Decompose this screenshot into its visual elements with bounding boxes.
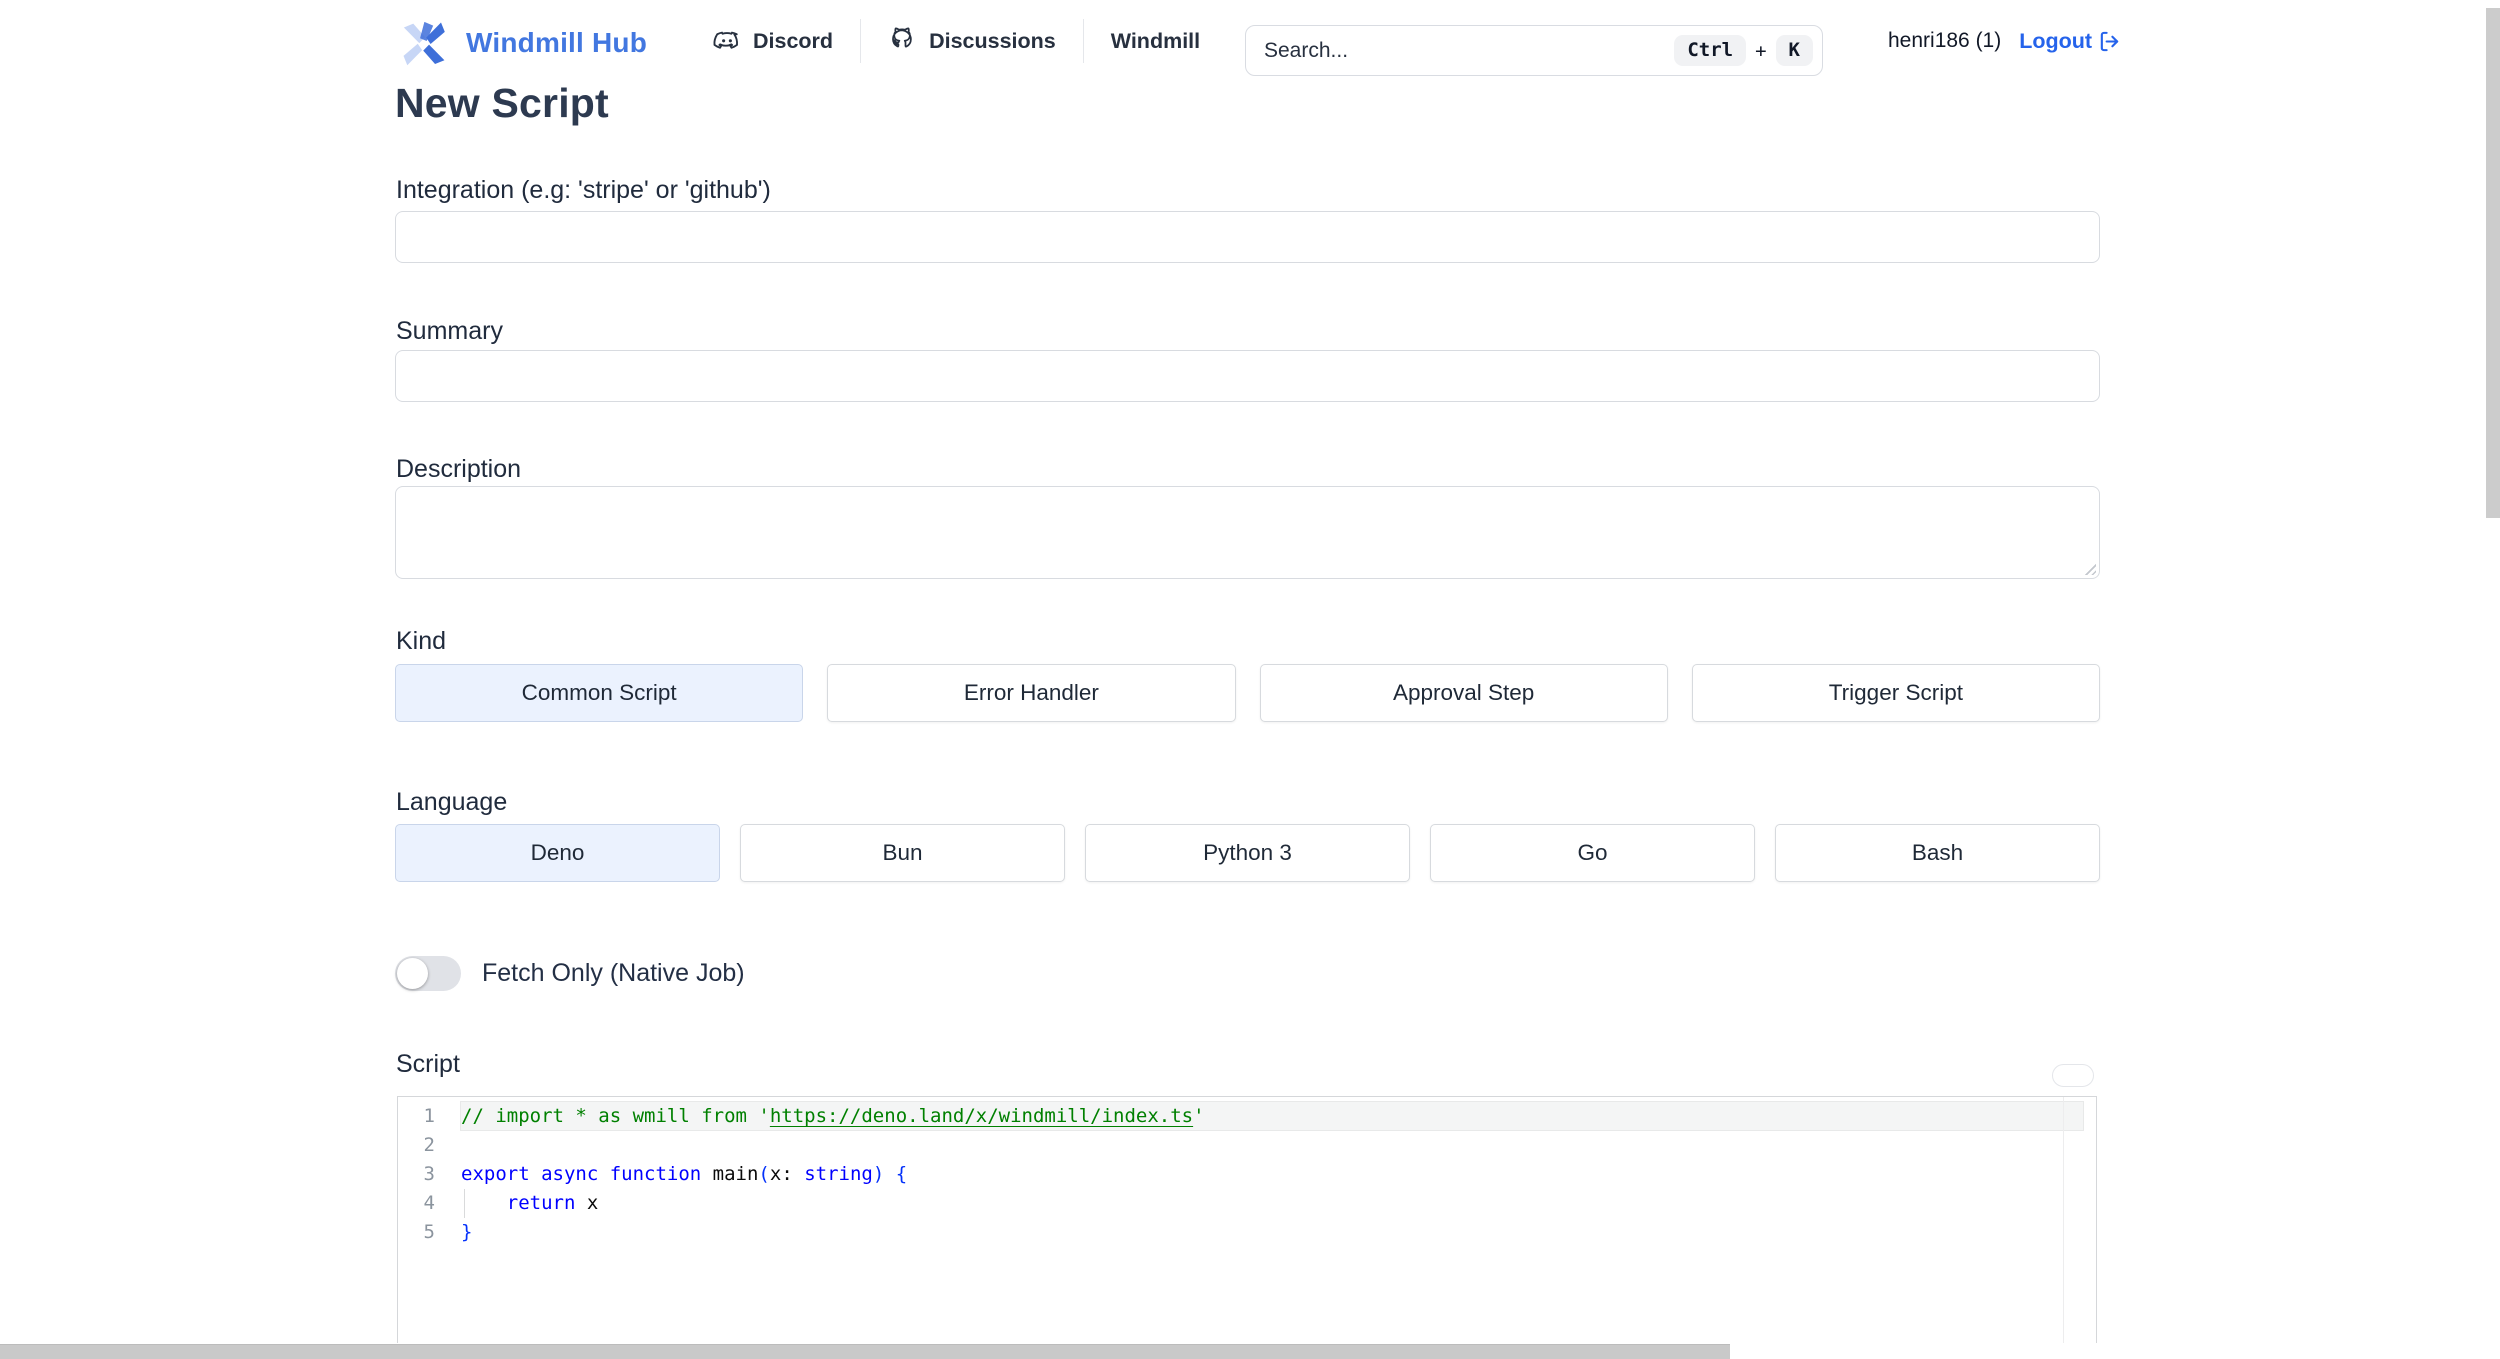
code-area[interactable]: 1 // import * as wmill from 'https://den… bbox=[398, 1102, 2096, 1247]
nav-label-windmill: Windmill bbox=[1110, 28, 1201, 53]
page-title: New Script bbox=[395, 80, 609, 126]
language-label: Language bbox=[396, 788, 508, 816]
kind-label: Kind bbox=[396, 627, 447, 655]
windmill-logo-icon bbox=[403, 21, 445, 66]
code-token: ( bbox=[758, 1163, 770, 1185]
summary-label: Summary bbox=[396, 317, 503, 345]
description-label: Description bbox=[396, 455, 522, 483]
code-token: return bbox=[506, 1192, 576, 1214]
kbd-ctrl: Ctrl bbox=[1674, 35, 1747, 66]
description-textarea[interactable] bbox=[395, 486, 2100, 579]
line-number: 2 bbox=[423, 1134, 435, 1156]
code-token: export async function bbox=[461, 1163, 702, 1185]
nav-item-discussions[interactable]: Discussions bbox=[888, 26, 1056, 56]
github-icon bbox=[892, 27, 912, 48]
nav-label-discord: Discord bbox=[753, 28, 834, 53]
kind-option-common-script[interactable]: Common Script bbox=[395, 664, 804, 722]
nav-item-windmill[interactable]: Windmill bbox=[1111, 29, 1200, 54]
code-editor[interactable]: 1 // import * as wmill from 'https://den… bbox=[397, 1096, 2097, 1359]
code-line-2: 2 bbox=[398, 1131, 2096, 1160]
kind-option-error-handler[interactable]: Error Handler bbox=[827, 664, 1236, 722]
search-box[interactable]: Ctrl + K bbox=[1245, 25, 1823, 76]
kind-button-group: Common Script Error Handler Approval Ste… bbox=[395, 664, 2100, 722]
brand-name: Windmill Hub bbox=[466, 27, 648, 58]
nav-item-discord[interactable]: Discord bbox=[712, 26, 833, 56]
code-token: // import * as wmill from ' bbox=[461, 1105, 770, 1127]
nav-divider bbox=[860, 19, 862, 63]
code-token: x bbox=[575, 1192, 599, 1214]
integration-input[interactable] bbox=[395, 211, 2100, 263]
vertical-scrollbar-thumb[interactable] bbox=[2486, 8, 2500, 518]
code-token: ) { bbox=[872, 1163, 908, 1185]
logout-label: Logout bbox=[2019, 28, 2093, 53]
fetch-only-row: Fetch Only (Native Job) bbox=[395, 956, 745, 991]
horizontal-scrollbar-thumb[interactable] bbox=[0, 1344, 1730, 1359]
kbd-plus: + bbox=[1755, 39, 1767, 62]
editor-corner-pill-button[interactable] bbox=[2052, 1064, 2094, 1087]
line-number: 4 bbox=[423, 1192, 435, 1214]
account-area: henri186 (1) Logout bbox=[1888, 0, 2121, 82]
horizontal-scrollbar-track bbox=[0, 1343, 2500, 1359]
language-option-go[interactable]: Go bbox=[1430, 824, 1755, 882]
code-token: main bbox=[701, 1163, 759, 1185]
search-input[interactable] bbox=[1264, 38, 1675, 63]
toggle-knob bbox=[397, 958, 428, 989]
kbd-k: K bbox=[1775, 35, 1813, 66]
language-option-bash[interactable]: Bash bbox=[1775, 824, 2100, 882]
script-label: Script bbox=[396, 1050, 460, 1078]
line-number: 3 bbox=[423, 1163, 435, 1185]
code-token: x: bbox=[769, 1163, 805, 1185]
integration-label: Integration (e.g: 'stripe' or 'github') bbox=[396, 176, 771, 204]
language-option-deno[interactable]: Deno bbox=[395, 824, 720, 882]
language-option-python3[interactable]: Python 3 bbox=[1085, 824, 1410, 882]
page: Windmill Hub Discord Discussions Windmil… bbox=[0, 0, 2500, 1359]
kind-option-approval-step[interactable]: Approval Step bbox=[1259, 664, 1668, 722]
line-number: 5 bbox=[423, 1221, 435, 1243]
fetch-only-label: Fetch Only (Native Job) bbox=[482, 959, 745, 987]
username: henri186 (1) bbox=[1888, 29, 2002, 52]
code-line-3: 3 export async function main(x: string) … bbox=[398, 1160, 2096, 1189]
code-line-1: 1 // import * as wmill from 'https://den… bbox=[398, 1102, 2096, 1131]
code-token: } bbox=[461, 1221, 473, 1243]
fetch-only-toggle[interactable] bbox=[395, 956, 461, 991]
brand[interactable]: Windmill Hub bbox=[396, 16, 647, 70]
logout-icon bbox=[2100, 31, 2119, 51]
discord-icon bbox=[713, 31, 739, 49]
code-line-5: 5 } bbox=[398, 1218, 2096, 1247]
logout-button[interactable]: Logout bbox=[2019, 29, 2121, 54]
language-button-group: Deno Bun Python 3 Go Bash bbox=[395, 824, 2100, 882]
kind-option-trigger-script[interactable]: Trigger Script bbox=[1691, 664, 2100, 722]
header-nav: Discord Discussions Windmill bbox=[712, 0, 1200, 82]
code-line-4: 4 return x bbox=[398, 1189, 2096, 1218]
summary-input[interactable] bbox=[395, 350, 2100, 402]
code-link[interactable]: https://deno.land/x/windmill/index.ts bbox=[770, 1105, 1193, 1127]
code-token: ' bbox=[1193, 1105, 1205, 1127]
code-token: string bbox=[804, 1163, 873, 1185]
nav-label-discussions: Discussions bbox=[929, 28, 1056, 53]
language-option-bun[interactable]: Bun bbox=[740, 824, 1065, 882]
line-number: 1 bbox=[423, 1105, 435, 1127]
nav-divider bbox=[1082, 19, 1084, 63]
